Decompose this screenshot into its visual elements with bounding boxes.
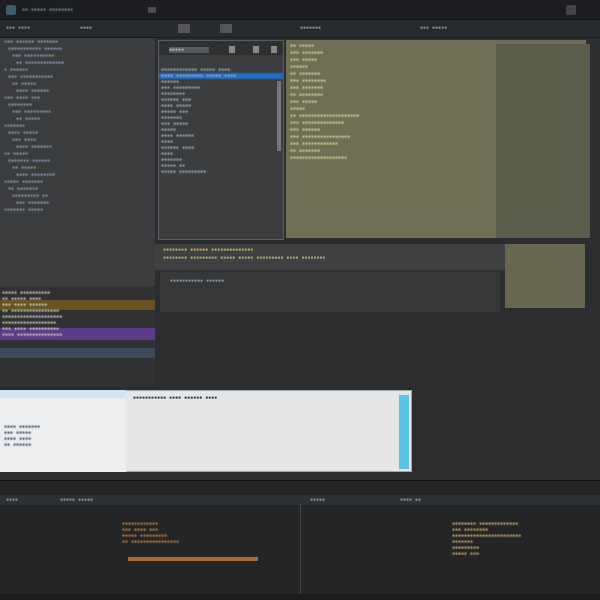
log-left: ▪▪▪▪▪▪▪▪▪▪▪▪ ▪▪▪ ▪▪▪▪ ▪▪▪ ▪▪▪▪▪ ▪▪▪▪▪▪▪▪▪ ▪… <box>120 521 179 545</box>
highlight-blue <box>0 348 155 358</box>
tree-item[interactable]: ▪▪▪ ▪▪▪▪ ▪▪▪ <box>2 95 155 101</box>
tree-item[interactable]: ▪▪▪▪▪▪▪▪▪ ▪▪ <box>2 193 155 199</box>
bottom-panel[interactable]: ▪▪▪▪ ▪▪▪▪▪ ▪▪▪▪▪ ▪▪▪▪▪ ▪▪▪▪ ▪▪ ▪▪▪▪▪▪▪▪▪… <box>0 480 600 595</box>
project-tree[interactable]: ▪▪▪ ▪▪▪▪▪▪ ▪▪▪▪▪▪▪ ▪▪▪▪▪▪▪▪▪▪▪ ▪▪▪▪▪▪ ▪▪▪ … <box>0 38 155 288</box>
tree-item[interactable]: ▪▪▪▪▪▪▪▪▪▪▪ ▪▪▪▪▪▪ <box>2 46 155 52</box>
tree-item[interactable]: ▪▪ ▪▪▪▪▪ <box>2 151 155 157</box>
toolbar-icon[interactable] <box>220 24 232 33</box>
output-line: ▪▪▪▪ ▪▪▪▪▪▪▪▪▪▪▪▪▪▪▪ <box>2 332 63 338</box>
minimap[interactable] <box>496 44 590 238</box>
tree-item[interactable]: ▪▪▪▪ ▪▪▪▪▪▪▪▪ <box>2 172 155 178</box>
scrollbar[interactable] <box>277 81 281 151</box>
list-title: ▪▪▪▪▪ <box>169 47 209 53</box>
divider <box>300 503 301 595</box>
tab[interactable]: ▪▪▪▪ <box>6 497 36 503</box>
tree-list: ▪▪▪ ▪▪▪▪▪▪ ▪▪▪▪▪▪▪ ▪▪▪▪▪▪▪▪▪▪▪ ▪▪▪▪▪▪ ▪▪▪ … <box>0 39 155 213</box>
list-items: ▪▪▪▪▪▪▪▪▪▪▪▪ ▪▪▪▪▪ ▪▪▪▪ ▪▪▪▪ ▪▪▪▪▪▪▪▪▪ ▪▪… <box>159 67 283 175</box>
symbol-list-window[interactable]: ▪▪▪▪▪ ▪▪▪▪▪▪▪▪▪▪▪▪ ▪▪▪▪▪ ▪▪▪▪ ▪▪▪▪ ▪▪▪▪▪▪… <box>158 40 284 240</box>
tree-item[interactable]: ▪▪▪ ▪▪▪▪▪▪▪▪▪▪ <box>2 53 155 59</box>
status-bar <box>0 594 600 600</box>
menu-icon[interactable] <box>148 7 156 13</box>
log-right: ▪▪▪▪▪▪▪▪ ▪▪▪▪▪▪▪▪▪▪▪▪▪ ▪▪▪ ▪▪▪▪▪▪▪▪ ▪▪▪▪▪▪… <box>450 521 521 557</box>
list-header: ▪▪▪▪▪ <box>159 41 283 55</box>
minimap-lower <box>505 244 585 308</box>
tree-item[interactable]: ▪▪▪▪▪ ▪▪▪▪▪▪▪ <box>2 179 155 185</box>
breadcrumb[interactable]: ▪▪▪▪▪▪▪▪ ▪▪▪▪▪▪ ▪▪▪▪▪▪▪▪▪▪▪▪▪▪▪▪ <box>163 247 253 253</box>
tree-item[interactable]: ▪▪▪▪ ▪▪▪▪▪ <box>2 130 155 136</box>
tree-item[interactable]: ▪▪ ▪▪▪▪▪ <box>2 81 155 87</box>
toolbar: ▪▪▪ ▪▪▪▪ ▪▪▪▪ ▪▪▪▪▪▪▪ ▪▪▪ ▪▪▪▪▪ <box>0 20 600 38</box>
output-panel[interactable]: ▪▪▪▪▪ ▪▪▪▪▪▪▪▪▪▪ ▪▪ ▪▪▪▪▪ ▪▪▪▪ ▪▪▪ ▪▪▪▪ ▪▪… <box>0 286 155 386</box>
tree-item[interactable]: ▪▪ ▪▪▪▪▪▪▪ <box>2 186 155 192</box>
tree-item[interactable]: ▪▪▪ ▪▪▪▪ <box>2 137 155 143</box>
toolbar-item[interactable]: ▪▪▪▪ <box>80 25 110 31</box>
tree-item[interactable]: ▪▪▪ ▪▪▪▪▪▪▪▪▪▪▪ <box>2 74 155 80</box>
toolbar-icon[interactable] <box>178 24 190 33</box>
tree-item[interactable]: ▪▪▪ ▪▪▪▪▪▪▪▪▪ <box>2 109 155 115</box>
output-lines: ▪▪▪▪▪ ▪▪▪▪▪▪▪▪▪▪ ▪▪ ▪▪▪▪▪ ▪▪▪▪ ▪▪▪ ▪▪▪▪ ▪▪… <box>0 290 155 338</box>
tree-item[interactable]: ▪▪ ▪▪▪▪▪▪▪▪▪▪▪▪▪ <box>2 60 155 66</box>
log-line: ▪▪ ▪▪▪▪▪▪▪▪▪▪▪▪▪▪▪▪ <box>122 539 180 545</box>
tree-item[interactable]: ▪▪▪ ▪▪▪▪▪▪▪ <box>2 200 155 206</box>
find-scrollbar[interactable] <box>399 395 409 469</box>
tree-item[interactable]: ▪ ▪▪▪▪▪▪ <box>2 67 155 73</box>
find-rows: ▪▪▪▪ ▪▪▪▪▪▪▪ ▪▪▪ ▪▪▪▪▪ ▪▪▪▪ ▪▪▪▪ ▪▪ ▪▪▪▪▪▪ <box>2 424 40 448</box>
toolbar-item[interactable]: ▪▪▪ ▪▪▪▪▪ <box>420 25 460 31</box>
tree-item[interactable]: ▪▪▪▪▪▪▪ <box>2 123 155 129</box>
tab[interactable]: ▪▪▪▪ ▪▪ <box>400 497 440 503</box>
close-icon[interactable] <box>271 46 277 53</box>
editor-gap: ▪▪▪▪▪▪▪▪▪▪▪ ▪▪▪▪▪▪ <box>160 272 500 312</box>
tree-item[interactable]: ▪▪▪ ▪▪▪▪▪▪ ▪▪▪▪▪▪▪ <box>2 39 155 45</box>
tree-item[interactable]: ▪▪ ▪▪▪▪▪ <box>2 116 155 122</box>
title-text: ▪▪ ▪▪▪▪▪ ▪▪▪▪▪▪▪▪ <box>22 7 74 13</box>
find-header <box>0 390 126 398</box>
find-results[interactable]: ▪▪▪▪ ▪▪▪▪▪▪▪ ▪▪▪ ▪▪▪▪▪ ▪▪▪▪ ▪▪▪▪ ▪▪ ▪▪▪▪▪▪ <box>0 390 126 472</box>
toolbar-item[interactable]: ▪▪▪▪▪▪▪ <box>300 25 340 31</box>
log-line: ▪▪▪▪▪ ▪▪▪ <box>452 551 480 557</box>
tree-item[interactable]: ▪▪▪▪ ▪▪▪▪▪▪ <box>2 88 155 94</box>
tab[interactable]: ▪▪▪▪▪ ▪▪▪▪▪ <box>60 497 110 503</box>
tree-item[interactable]: ▪▪▪▪▪▪▪▪ <box>2 102 155 108</box>
find-input[interactable]: ▪▪▪▪▪▪▪▪▪▪▪ ▪▪▪▪ ▪▪▪▪▪▪ ▪▪▪▪ <box>133 395 333 401</box>
tree-item[interactable]: ▪▪▪▪ ▪▪▪▪▪▪▪ <box>2 144 155 150</box>
app-icon[interactable] <box>6 5 16 15</box>
title-bar: ▪▪ ▪▪▪▪▪ ▪▪▪▪▪▪▪▪ <box>0 0 600 20</box>
filter-icon[interactable] <box>229 46 235 53</box>
breadcrumb-bar: ▪▪▪▪▪▪▪▪ ▪▪▪▪▪▪ ▪▪▪▪▪▪▪▪▪▪▪▪▪▪▪▪ ▪▪▪▪▪▪▪… <box>155 244 505 270</box>
progress-bar <box>128 557 258 561</box>
window-icon[interactable] <box>566 5 576 15</box>
breadcrumb-detail: ▪▪▪▪▪▪▪▪ ▪▪▪▪▪▪▪▪▪ ▪▪▪▪▪ ▪▪▪▪▪ ▪▪▪▪▪▪▪▪▪… <box>163 255 326 261</box>
tab[interactable]: ▪▪▪▪▪ <box>310 497 340 503</box>
list-item[interactable]: ▪▪▪▪▪ ▪▪▪▪▪▪▪▪▪ <box>159 169 283 175</box>
tree-item[interactable]: ▪▪▪▪▪▪▪ ▪▪▪▪▪▪ <box>2 158 155 164</box>
settings-icon[interactable] <box>253 46 259 53</box>
toolbar-item[interactable]: ▪▪▪ ▪▪▪▪ <box>6 25 46 31</box>
hint-text: ▪▪▪▪▪▪▪▪▪▪▪ ▪▪▪▪▪▪ <box>170 278 225 284</box>
find-row[interactable]: ▪▪ ▪▪▪▪▪▪ <box>2 442 40 448</box>
tree-item[interactable]: ▪▪ ▪▪▪▪▪ <box>2 165 155 171</box>
tree-item[interactable]: ▪▪▪▪▪▪▪ ▪▪▪▪▪ <box>2 207 155 213</box>
